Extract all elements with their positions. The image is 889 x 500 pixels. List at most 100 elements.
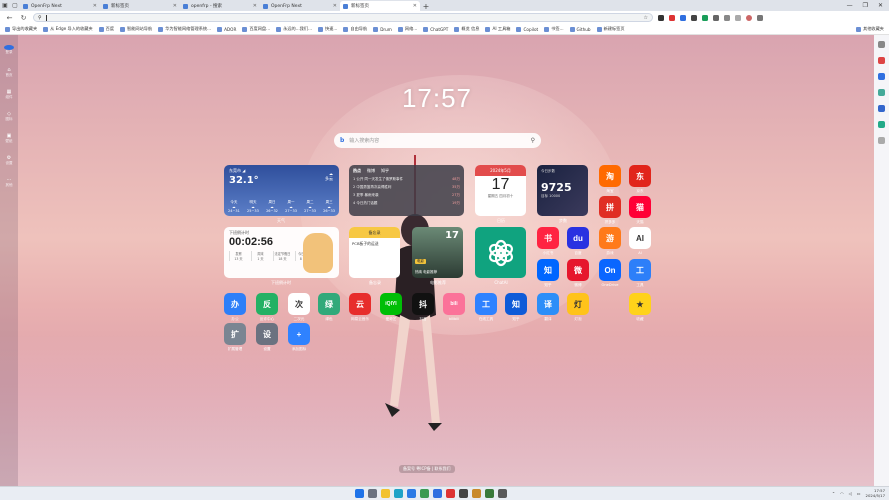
tab-newtab-active[interactable]: 新标签页 ✕ — [340, 1, 420, 11]
add-icon[interactable] — [878, 137, 885, 144]
app-icon[interactable]: 绿 — [318, 293, 340, 315]
drop-icon[interactable] — [878, 121, 885, 128]
news-tab[interactable]: 微博 — [367, 168, 375, 174]
favorites-icon[interactable] — [735, 14, 741, 21]
bookmark-item[interactable]: 华为智能网络管理系统... — [158, 26, 211, 32]
search-box[interactable]: b 输入搜索内容 ⚲ — [334, 133, 541, 148]
app-icon[interactable] — [485, 489, 494, 498]
news-row[interactable]: 3 夏季 暴雨来袭 27万 — [353, 193, 460, 198]
app-icon[interactable]: 拼 — [599, 196, 621, 218]
bookmark-item[interactable]: ADOR — [217, 26, 236, 32]
favorite-star-icon[interactable]: ☆ — [644, 15, 648, 21]
app-icon[interactable]: 游 — [599, 227, 621, 249]
bookmark-item[interactable]: 网络... — [397, 26, 417, 32]
extension-icon[interactable] — [658, 14, 664, 21]
app-icon[interactable] — [472, 489, 481, 498]
memo-widget[interactable]: 备忘录 PCB板子的运送 — [349, 227, 400, 278]
copilot-icon[interactable] — [878, 73, 885, 80]
bookmark-item[interactable]: ChatGPT — [423, 26, 448, 32]
steps-widget[interactable]: 今日步数 9725 目标 10000 — [537, 165, 588, 216]
extension-icon[interactable] — [702, 14, 708, 21]
movie-widget[interactable]: 17 电影 热映 电影推荐 — [412, 227, 463, 278]
app-icon[interactable] — [420, 489, 429, 498]
app-icon[interactable]: 工 — [475, 293, 497, 315]
app-icon[interactable]: + — [288, 323, 310, 345]
profile-avatar[interactable] — [746, 14, 752, 21]
back-icon[interactable]: ← — [5, 14, 14, 22]
battery-icon[interactable]: ▭ — [857, 491, 861, 496]
url-input[interactable]: ⚲ ☆ — [33, 13, 653, 22]
bookmark-item[interactable]: Copilot — [516, 26, 538, 32]
app-icon[interactable]: 抖 — [412, 293, 434, 315]
search-icon[interactable]: ⚲ — [531, 137, 535, 144]
extension-icon[interactable] — [691, 14, 697, 21]
rail-login[interactable]: 登录 — [4, 45, 14, 55]
news-tab[interactable]: 知乎 — [381, 168, 389, 174]
app-icon[interactable]: 办 — [224, 293, 246, 315]
news-row[interactable]: 4 今日热门话题 19万 — [353, 201, 460, 206]
rail-wallpaper[interactable]: ▣ 壁纸 — [4, 133, 14, 143]
bookmark-item[interactable]: 概览 信息 — [454, 26, 479, 32]
app-icon[interactable]: bili — [443, 293, 465, 315]
tab-openfrp[interactable]: OpenFrp Next ✕ — [20, 1, 100, 11]
news-row[interactable]: 2 中国男篮再次赢得胜利 35万 — [353, 185, 460, 190]
bookmark-item[interactable]: 永远的...我们... — [276, 26, 312, 32]
close-icon[interactable]: ✕ — [413, 3, 417, 9]
app-icon[interactable] — [433, 489, 442, 498]
app-icon[interactable]: 次 — [288, 293, 310, 315]
rail-settings[interactable]: ⚙ 设置 — [4, 155, 14, 165]
other-bookmarks[interactable]: 其他收藏夹 — [856, 26, 884, 32]
news-tab[interactable]: 热点 — [353, 168, 361, 174]
close-icon[interactable]: ✕ — [333, 3, 337, 9]
tools-icon[interactable] — [878, 57, 885, 64]
rail-home[interactable]: ⌂ 首页 — [4, 67, 14, 77]
refresh-icon[interactable]: ↻ — [19, 14, 28, 22]
close-icon[interactable]: ✕ — [93, 3, 97, 9]
search-icon[interactable] — [878, 41, 885, 48]
extension-icon[interactable] — [669, 14, 675, 21]
file-explorer-icon[interactable] — [381, 489, 390, 498]
app-icon[interactable]: 知 — [537, 259, 559, 281]
countdown-widget[interactable]: 下班倒计时 00:02:56 发薪13 天 周末1 天 法定节假日18 天 今日… — [224, 227, 339, 278]
outlook-icon[interactable] — [878, 105, 885, 112]
calendar-widget[interactable]: 2024年5月 17 星期五 四月初十 — [475, 165, 526, 216]
app-icon[interactable]: 书 — [537, 227, 559, 249]
extension-icon[interactable] — [680, 14, 686, 21]
bookmark-item[interactable]: 快速... — [318, 26, 337, 32]
bookmark-item[interactable]: AI 工具箱 — [485, 26, 510, 32]
weather-widget[interactable]: 东莞市 ◢ 32.1° ☁ 多云 今天 ☁ 24~31 明天 ☁ 25~33 周日 ☁ 26~… — [224, 165, 339, 216]
close-icon[interactable]: ✕ — [173, 3, 177, 9]
search-engine-icon[interactable]: b — [340, 137, 344, 144]
chatai-widget[interactable] — [475, 227, 526, 278]
tab-search[interactable]: openfrp - 搜索 ✕ — [180, 1, 260, 11]
app-icon[interactable]: 灯 — [567, 293, 589, 315]
bookmark-item[interactable]: 新建标签页 — [596, 26, 625, 32]
close-window-button[interactable]: ✕ — [878, 2, 883, 9]
search-icon[interactable] — [368, 489, 377, 498]
chevron-up-icon[interactable]: ⌃ — [832, 491, 835, 496]
app-icon[interactable]: On — [599, 259, 621, 281]
app-icon[interactable]: 云 — [349, 293, 371, 315]
app-icon[interactable]: ★ — [629, 293, 651, 315]
app-icon[interactable]: 知 — [505, 293, 527, 315]
app-icon[interactable]: 译 — [537, 293, 559, 315]
news-row[interactable]: 1 公开 同一天发生了俄罗斯事件 48万 — [353, 177, 460, 182]
app-icon[interactable]: 东 — [629, 165, 651, 187]
extensions-icon[interactable] — [724, 14, 730, 21]
window-menu-icon[interactable]: ▣ — [0, 0, 10, 11]
wifi-icon[interactable]: ◠ — [840, 491, 844, 496]
app-icon[interactable]: 猫 — [629, 196, 651, 218]
search-input[interactable]: 输入搜索内容 — [349, 137, 379, 144]
app-icon[interactable]: 工 — [629, 259, 651, 281]
app-icon[interactable]: 淘 — [599, 165, 621, 187]
app-icon[interactable] — [446, 489, 455, 498]
bookmark-item[interactable]: 导出的收藏夹 — [5, 26, 37, 32]
tray-clock[interactable]: 17:57 2024/5/17 — [866, 488, 885, 498]
hot-news-widget[interactable]: 热点 微博 知乎 1 公开 同一天发生了俄罗斯事件 48万 2 中国男篮再次赢得胜… — [349, 165, 464, 216]
maximize-button[interactable]: ❐ — [863, 2, 868, 9]
minimize-button[interactable]: — — [847, 2, 853, 9]
app-icon[interactable]: 微 — [567, 259, 589, 281]
bookmark-item[interactable]: 书签... — [544, 26, 564, 32]
app-icon[interactable]: 反 — [256, 293, 278, 315]
rail-other[interactable]: ⋯ 其他 — [4, 177, 14, 187]
